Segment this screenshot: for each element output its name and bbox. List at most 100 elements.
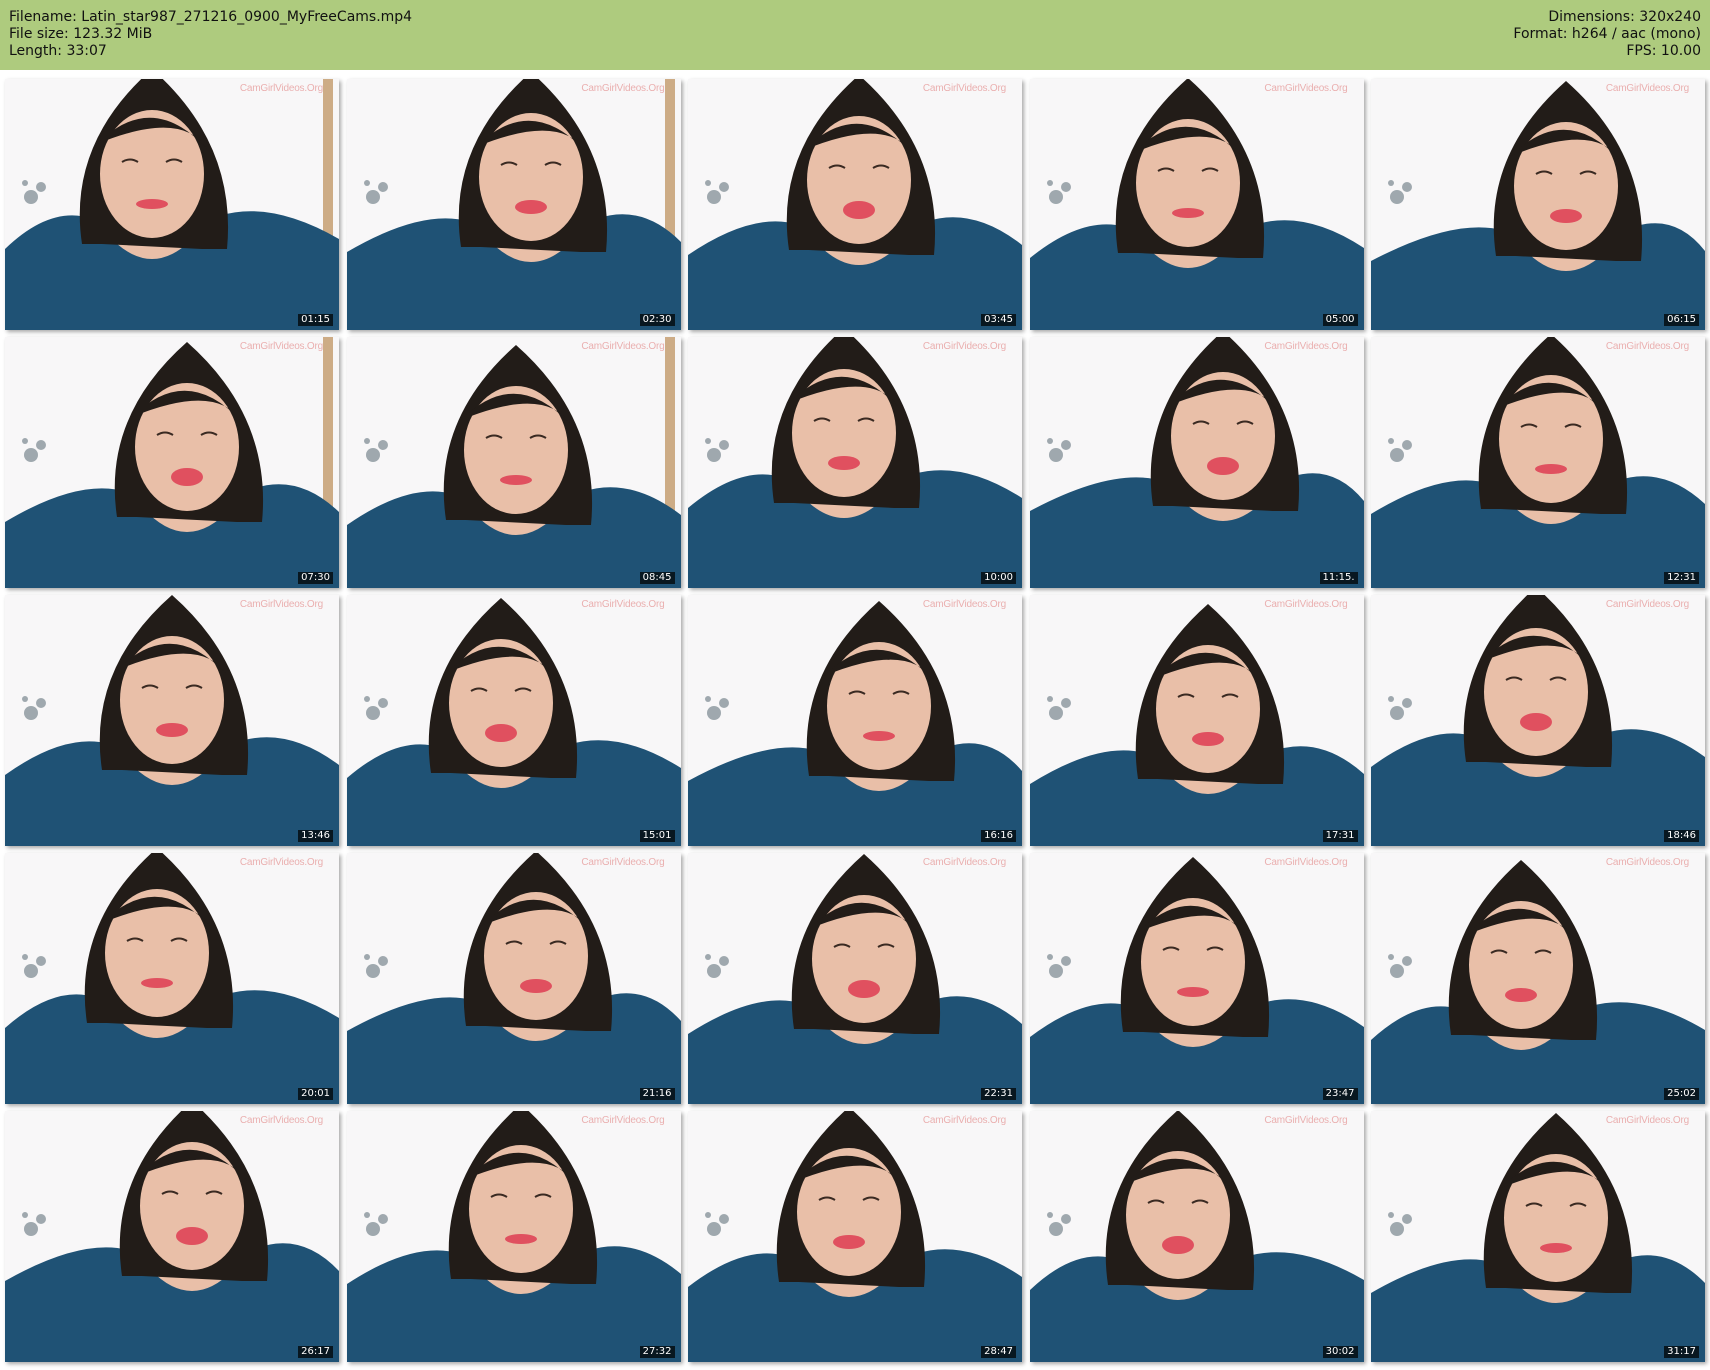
watermark: CamGirlVideos.Org <box>1264 599 1348 610</box>
watermark: CamGirlVideos.Org <box>1605 341 1689 352</box>
timestamp-label: 15:01 <box>639 830 675 842</box>
timestamp-label: 03:45 <box>981 314 1016 326</box>
video-thumbnail: CamGirlVideos.Org 26:17 <box>5 1111 339 1362</box>
watermark: CamGirlVideos.Org <box>922 83 1006 94</box>
frame-image <box>5 853 339 1104</box>
timestamp-label: 02:30 <box>639 314 675 326</box>
timestamp-label: 05:00 <box>1322 314 1358 326</box>
frame-image <box>1371 595 1705 846</box>
timestamp-label: 26:17 <box>298 1346 333 1358</box>
watermark: CamGirlVideos.Org <box>1605 1115 1689 1126</box>
watermark: CamGirlVideos.Org <box>239 341 323 352</box>
frame-image <box>688 337 1022 588</box>
timestamp-label: 27:32 <box>639 1346 675 1358</box>
frame-image <box>1029 1111 1364 1362</box>
timestamp-label: 20:01 <box>298 1088 333 1100</box>
frame-image <box>1371 337 1705 588</box>
timestamp-label: 06:15 <box>1664 314 1699 326</box>
watermark: CamGirlVideos.Org <box>581 1115 665 1126</box>
watermark: CamGirlVideos.Org <box>239 599 323 610</box>
watermark: CamGirlVideos.Org <box>1264 83 1348 94</box>
video-thumbnail: CamGirlVideos.Org 23:47 <box>1029 853 1364 1104</box>
watermark: CamGirlVideos.Org <box>1264 857 1348 868</box>
watermark: CamGirlVideos.Org <box>922 599 1006 610</box>
timestamp-label: 25:02 <box>1664 1088 1699 1100</box>
watermark: CamGirlVideos.Org <box>239 857 323 868</box>
frame-image <box>5 337 339 588</box>
video-thumbnail: CamGirlVideos.Org 15:01 <box>346 595 681 846</box>
video-thumbnail: CamGirlVideos.Org 05:00 <box>1029 79 1364 330</box>
frame-image <box>5 79 339 330</box>
frame-image <box>688 1111 1022 1362</box>
video-thumbnail: CamGirlVideos.Org 17:31 <box>1029 595 1364 846</box>
watermark: CamGirlVideos.Org <box>1605 83 1689 94</box>
video-thumbnail: CamGirlVideos.Org 11:15. <box>1029 337 1364 588</box>
frame-image <box>346 1111 681 1362</box>
timestamp-label: 01:15 <box>298 314 333 326</box>
frame-image <box>688 79 1022 330</box>
frame-image <box>5 595 339 846</box>
timestamp-label: 31:17 <box>1664 1346 1699 1358</box>
watermark: CamGirlVideos.Org <box>1605 599 1689 610</box>
fps-text: FPS: 10.00 <box>1626 43 1701 59</box>
timestamp-label: 11:15. <box>1319 572 1358 584</box>
video-thumbnail: CamGirlVideos.Org 07:30 <box>5 337 339 588</box>
metadata-header: Filename: Latin_star987_271216_0900_MyFr… <box>0 0 1710 70</box>
timestamp-label: 28:47 <box>981 1346 1016 1358</box>
watermark: CamGirlVideos.Org <box>581 341 665 352</box>
video-thumbnail: CamGirlVideos.Org 08:45 <box>346 337 681 588</box>
timestamp-label: 16:16 <box>981 830 1016 842</box>
video-thumbnail: CamGirlVideos.Org 01:15 <box>5 79 339 330</box>
video-thumbnail: CamGirlVideos.Org 20:01 <box>5 853 339 1104</box>
dimensions-text: Dimensions: 320x240 <box>1548 9 1701 25</box>
watermark: CamGirlVideos.Org <box>239 1115 323 1126</box>
video-thumbnail: CamGirlVideos.Org 02:30 <box>346 79 681 330</box>
video-thumbnail: CamGirlVideos.Org 06:15 <box>1371 79 1705 330</box>
video-thumbnail: CamGirlVideos.Org 10:00 <box>688 337 1022 588</box>
format-text: Format: h264 / aac (mono) <box>1513 26 1701 42</box>
timestamp-label: 18:46 <box>1664 830 1699 842</box>
video-thumbnail: CamGirlVideos.Org 03:45 <box>688 79 1022 330</box>
frame-image <box>5 1111 339 1362</box>
frame-image <box>688 853 1022 1104</box>
watermark: CamGirlVideos.Org <box>922 341 1006 352</box>
video-thumbnail: CamGirlVideos.Org 25:02 <box>1371 853 1705 1104</box>
file-size-text: File size: 123.32 MiB <box>9 26 153 42</box>
video-thumbnail: CamGirlVideos.Org 21:16 <box>346 853 681 1104</box>
video-thumbnail: CamGirlVideos.Org 30:02 <box>1029 1111 1364 1362</box>
watermark: CamGirlVideos.Org <box>239 83 323 94</box>
frame-image <box>346 79 681 330</box>
watermark: CamGirlVideos.Org <box>1605 857 1689 868</box>
frame-image <box>346 337 681 588</box>
video-thumbnail: CamGirlVideos.Org 12:31 <box>1371 337 1705 588</box>
timestamp-label: 23:47 <box>1322 1088 1358 1100</box>
timestamp-label: 10:00 <box>981 572 1016 584</box>
thumbnail-grid: CamGirlVideos.Org 01:15 CamGirlVideos.Org 0… <box>5 79 1705 1364</box>
timestamp-label: 22:31 <box>981 1088 1016 1100</box>
frame-image <box>1371 79 1705 330</box>
timestamp-label: 07:30 <box>298 572 333 584</box>
timestamp-label: 30:02 <box>1322 1346 1358 1358</box>
video-thumbnail: CamGirlVideos.Org 22:31 <box>688 853 1022 1104</box>
watermark: CamGirlVideos.Org <box>1264 1115 1348 1126</box>
watermark: CamGirlVideos.Org <box>581 599 665 610</box>
metadata-left: Filename: Latin_star987_271216_0900_MyFr… <box>9 9 412 60</box>
length-text: Length: 33:07 <box>9 43 107 59</box>
frame-image <box>1371 853 1705 1104</box>
frame-image <box>688 595 1022 846</box>
timestamp-label: 13:46 <box>298 830 333 842</box>
frame-image <box>1029 79 1364 330</box>
frame-image <box>346 853 681 1104</box>
video-thumbnail: CamGirlVideos.Org 31:17 <box>1371 1111 1705 1362</box>
watermark: CamGirlVideos.Org <box>922 857 1006 868</box>
timestamp-label: 17:31 <box>1322 830 1358 842</box>
video-thumbnail: CamGirlVideos.Org 13:46 <box>5 595 339 846</box>
video-thumbnail: CamGirlVideos.Org 18:46 <box>1371 595 1705 846</box>
filename-text: Filename: Latin_star987_271216_0900_MyFr… <box>9 9 413 25</box>
frame-image <box>1029 337 1364 588</box>
frame-image <box>346 595 681 846</box>
timestamp-label: 21:16 <box>639 1088 675 1100</box>
frame-image <box>1029 853 1364 1104</box>
watermark: CamGirlVideos.Org <box>922 1115 1006 1126</box>
video-thumbnail: CamGirlVideos.Org 27:32 <box>346 1111 681 1362</box>
